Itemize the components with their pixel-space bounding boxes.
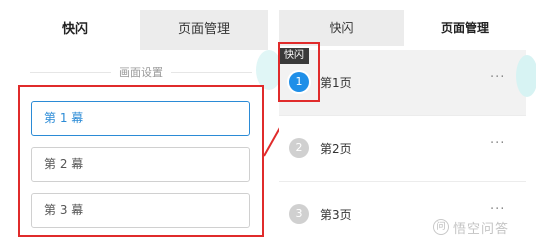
watermark: 问 悟空问答 (433, 217, 509, 237)
tab-kuaishan[interactable]: 快闪 (279, 10, 404, 46)
page-number-badge: 2 (289, 138, 309, 158)
watermark-text: 悟空问答 (453, 221, 510, 237)
decorative-shape (516, 55, 536, 97)
page-label: 第2页 (320, 142, 352, 156)
watermark-logo-icon: 问 (433, 219, 449, 235)
more-icon[interactable]: ··· (490, 136, 505, 151)
page-number-badge: 3 (289, 204, 309, 224)
more-icon[interactable]: ··· (490, 70, 505, 85)
highlight-box (278, 42, 320, 102)
page-label: 第3页 (320, 208, 352, 222)
tab-page-management[interactable]: 页面管理 (404, 10, 526, 46)
page-row[interactable]: 2 第2页 ··· (279, 116, 526, 182)
more-icon[interactable]: ··· (490, 202, 505, 217)
page-label: 第1页 (320, 76, 352, 90)
right-tab-bar: 快闪 页面管理 (279, 10, 526, 46)
